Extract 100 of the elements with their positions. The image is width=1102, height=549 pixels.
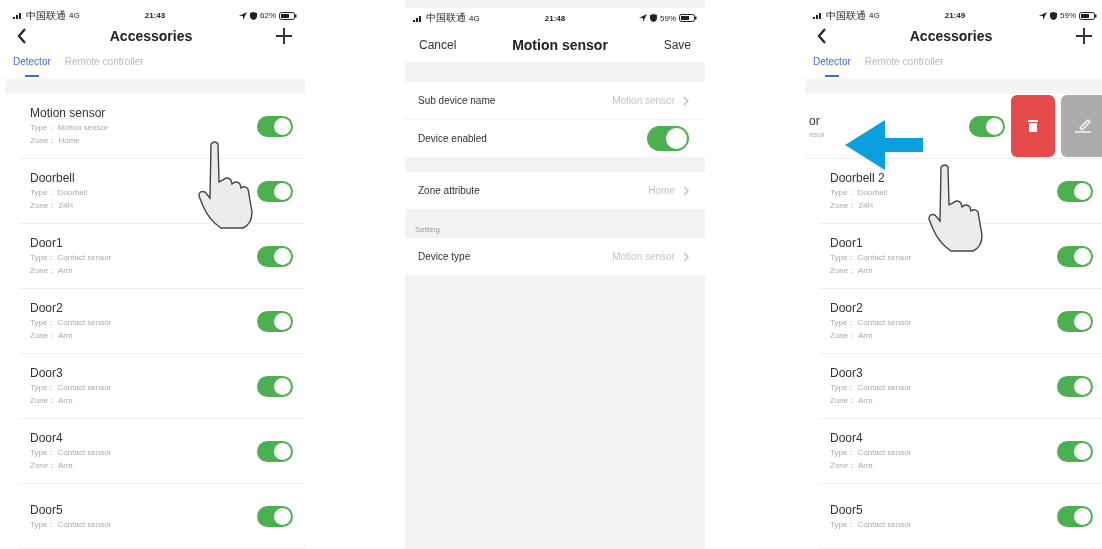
setting-label: Zone attribute	[418, 185, 481, 196]
status-time: 21:43	[144, 11, 166, 21]
accessory-zone: Zone： Arm	[830, 265, 873, 276]
toggle-switch[interactable]	[1057, 375, 1093, 397]
toggle-switch[interactable]	[257, 245, 293, 267]
tab[interactable]: Detector	[13, 54, 51, 77]
carrier-text: 中国联通	[826, 8, 866, 23]
pencil-icon	[1074, 119, 1092, 133]
cancel-button[interactable]: Cancel	[417, 36, 459, 54]
accessory-type: Type： Contact sensor	[830, 382, 912, 393]
location-icon	[639, 14, 647, 22]
accessory-row[interactable]: Door5 Type： Contact sensor	[819, 484, 1102, 549]
toggle-switch[interactable]	[1057, 245, 1093, 267]
accessory-name: Door1	[830, 236, 863, 250]
setting-label: Sub device name	[418, 95, 497, 106]
carrier-text: 中国联通	[26, 8, 66, 23]
accessory-type: Type： Contact sensor	[30, 317, 112, 328]
trash-icon	[1028, 120, 1038, 132]
edit-button[interactable]	[1061, 95, 1102, 157]
accessory-row[interactable]: Door2 Type： Contact sensor Zone： Arm	[819, 289, 1102, 354]
toggle-switch[interactable]	[1057, 180, 1093, 202]
accessory-name: Doorbell 2	[830, 171, 885, 185]
signal-icon	[813, 12, 823, 20]
battery-percent: 62%	[260, 11, 276, 21]
accessory-row[interactable]: Door4 Type： Contact sensor Zone： Arm	[819, 419, 1102, 484]
back-icon[interactable]	[17, 28, 27, 44]
network-text: 4G	[869, 11, 880, 21]
toggle-switch[interactable]	[647, 126, 689, 151]
accessory-type: Type： Motion sensor	[30, 122, 108, 133]
accessory-type: Type： Contact sensor	[830, 447, 912, 458]
save-button[interactable]: Save	[661, 36, 693, 54]
accessory-row[interactable]: Door5 Type： Contact sensor	[19, 484, 305, 549]
network-text: 4G	[69, 11, 80, 21]
accessory-row[interactable]: Door4 Type： Contact sensor Zone： Arm	[19, 419, 305, 484]
toggle-switch[interactable]	[257, 115, 293, 137]
accessory-type: Type： Contact sensor	[30, 252, 112, 263]
add-icon[interactable]	[275, 27, 293, 45]
settings-row[interactable]: Zone attribute Home	[405, 172, 705, 210]
accessory-type: Type： Contact sensor	[30, 382, 112, 393]
accessory-type: Type： Doorbell	[830, 187, 888, 198]
accessory-name: Door5	[30, 502, 63, 517]
accessory-row[interactable]: Door3 Type： Contact sensor Zone： Arm	[819, 354, 1102, 419]
accessory-name: Door3	[30, 366, 63, 380]
setting-label: Device type	[418, 251, 472, 262]
accessory-row[interactable]: Door3 Type： Contact sensor Zone： Arm	[19, 354, 305, 419]
accessory-zone: Zone： Home	[30, 135, 80, 146]
back-icon[interactable]	[817, 28, 827, 44]
setting-value: Motion sensor	[612, 95, 675, 106]
section-header: Setting	[415, 225, 440, 234]
toggle-switch[interactable]	[969, 115, 1005, 137]
settings-row[interactable]: Device type Motion sensor	[405, 238, 705, 276]
status-time: 21:49	[944, 11, 966, 21]
toggle-switch[interactable]	[1057, 440, 1093, 462]
delete-button[interactable]	[1011, 95, 1055, 157]
toggle-switch[interactable]	[257, 375, 293, 397]
shield-icon	[1050, 11, 1057, 20]
accessory-zone: Zone： Arm	[30, 395, 73, 406]
shield-icon	[250, 11, 257, 20]
accessory-row[interactable]: Door2 Type： Contact sensor Zone： Arm	[19, 289, 305, 354]
accessory-name: Door1	[30, 236, 63, 250]
accessory-zone: Zone： Arm	[30, 460, 73, 471]
setting-value: Motion sensor	[612, 251, 675, 262]
accessory-name: or	[809, 113, 820, 128]
location-icon	[1039, 11, 1047, 20]
network-text: 4G	[469, 13, 480, 23]
setting-label: Device enabled	[418, 133, 488, 144]
accessory-name: Door2	[830, 301, 863, 315]
toggle-switch[interactable]	[1057, 505, 1093, 527]
accessory-name: Door3	[830, 366, 863, 380]
pointing-hand-icon	[197, 140, 255, 230]
toggle-switch[interactable]	[1057, 310, 1093, 332]
accessory-name: Motion sensor	[30, 106, 106, 120]
accessory-zone: Zone： Arm	[830, 460, 873, 471]
settings-row[interactable]: Sub device name Motion sensor	[405, 82, 705, 120]
left-arrow-icon	[845, 120, 923, 170]
battery-icon	[679, 14, 697, 22]
screen-title: Accessories	[109, 28, 193, 44]
battery-percent: 59%	[1060, 11, 1076, 21]
accessory-type: Type： Contact sensor	[830, 518, 912, 530]
signal-icon	[413, 14, 423, 22]
accessory-type: Type： Doorbell	[30, 187, 88, 198]
accessory-type: Type： Contact sensor	[30, 518, 112, 530]
accessory-name: Door4	[830, 431, 863, 445]
tab[interactable]: Detector	[813, 54, 851, 77]
add-icon[interactable]	[1075, 27, 1093, 45]
screen-title: Motion sensor	[512, 37, 608, 53]
accessory-zone: Zone： Arm	[30, 330, 73, 341]
accessory-zone: Zone： 24H	[830, 200, 874, 211]
shield-icon	[650, 14, 657, 22]
carrier-text: 中国联通	[426, 11, 466, 25]
toggle-switch[interactable]	[257, 440, 293, 462]
battery-icon	[1079, 11, 1097, 20]
toggle-switch[interactable]	[257, 310, 293, 332]
toggle-switch[interactable]	[257, 180, 293, 202]
accessory-zone: Zone： 24H	[30, 200, 74, 211]
signal-icon	[13, 12, 23, 20]
toggle-switch[interactable]	[257, 505, 293, 527]
accessory-name: Door5	[830, 502, 863, 517]
status-time: 21:48	[544, 13, 566, 23]
accessory-type: Type： Contact sensor	[830, 317, 912, 328]
